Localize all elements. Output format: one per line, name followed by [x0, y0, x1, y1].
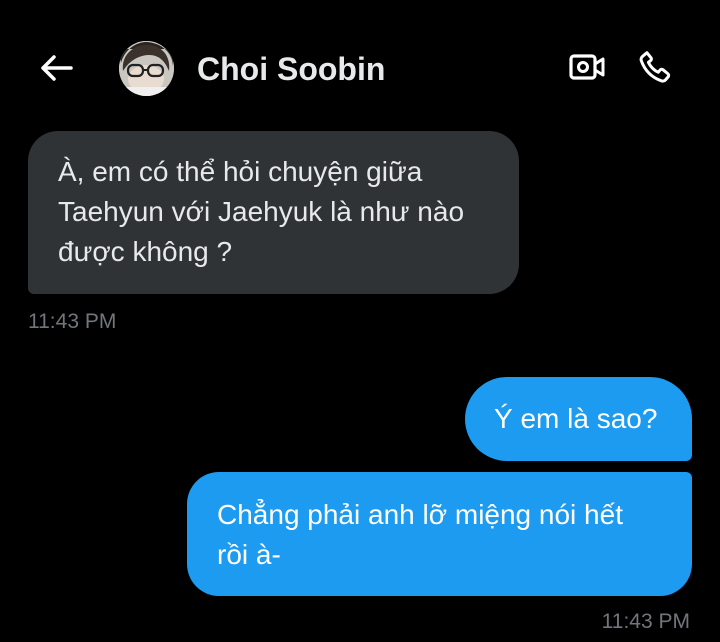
phone-icon [639, 51, 671, 83]
message-timestamp: 11:43 PM [28, 310, 117, 333]
message-line: rồi à- [217, 539, 281, 570]
outgoing-message-bubble[interactable]: Ý em là sao? [465, 377, 692, 461]
arrow-left-icon [41, 55, 73, 81]
chat-header: Choi Soobin [0, 0, 720, 130]
voice-call-button[interactable] [634, 46, 676, 88]
message-line: được không ? [58, 236, 233, 267]
message-line: À, em có thể hỏi chuyện giữa [58, 156, 423, 187]
contact-name[interactable]: Choi Soobin [197, 50, 385, 88]
video-call-button[interactable] [566, 48, 608, 86]
message-line: Taehyun với Jaehyuk là như nào [58, 196, 465, 227]
message-timestamp: 11:43 PM [601, 610, 690, 633]
back-button[interactable] [36, 48, 76, 88]
video-camera-icon [569, 54, 605, 80]
outgoing-message-bubble[interactable]: Chẳng phải anh lỡ miệng nói hết rồi à- [187, 472, 692, 596]
incoming-message-bubble[interactable]: À, em có thể hỏi chuyện giữa Taehyun với… [28, 131, 519, 294]
message-line: Chẳng phải anh lỡ miệng nói hết [217, 499, 623, 530]
message-line: Ý em là sao? [494, 403, 658, 434]
avatar[interactable] [119, 41, 174, 96]
